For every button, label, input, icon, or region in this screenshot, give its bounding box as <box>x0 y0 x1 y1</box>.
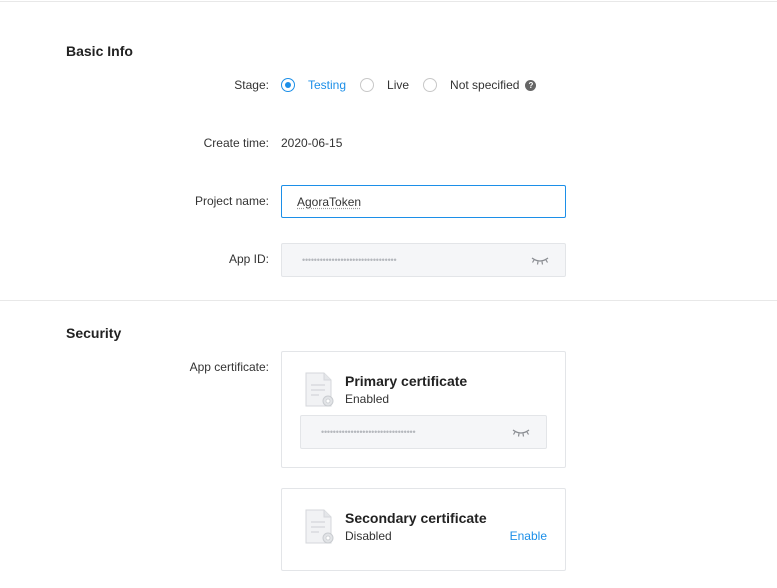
primary-certificate-title: Primary certificate <box>345 373 468 389</box>
secondary-certificate-title: Secondary certificate <box>345 510 487 526</box>
primary-certificate-masked-value: •••••••••••••••••••••••••••••••• <box>321 427 416 437</box>
security-title: Security <box>66 325 122 341</box>
eye-closed-icon[interactable] <box>531 256 549 266</box>
project-name-value: AgoraToken <box>297 194 362 209</box>
radio-testing[interactable] <box>281 78 295 92</box>
section-divider <box>0 300 777 301</box>
stage-option-not-specified[interactable]: Not specified <box>423 78 519 92</box>
basic-info-title: Basic Info <box>66 43 133 59</box>
create-time-label: Create time: <box>203 136 269 150</box>
top-divider <box>0 1 777 2</box>
stage-option-label: Testing <box>308 78 347 92</box>
enable-secondary-certificate-link[interactable]: Enable <box>510 529 547 543</box>
certificate-doc-icon <box>305 372 334 407</box>
stage-radio-group: Testing Live Not specified ? <box>281 77 537 93</box>
certificate-doc-icon <box>305 509 334 544</box>
stage-option-label: Live <box>387 78 410 92</box>
project-name-label: Project name: <box>194 194 269 208</box>
create-time-value: 2020-06-15 <box>281 136 343 150</box>
stage-option-testing[interactable]: Testing <box>281 78 346 92</box>
app-id-field[interactable]: •••••••••••••••••••••••••••••••• <box>281 243 566 277</box>
primary-certificate-status: Enabled <box>345 392 390 406</box>
primary-certificate-field[interactable]: •••••••••••••••••••••••••••••••• <box>300 415 547 449</box>
app-certificate-label: App certificate: <box>189 360 269 374</box>
project-name-input[interactable]: AgoraToken <box>281 185 566 218</box>
secondary-certificate-card: Secondary certificate Disabled Enable <box>281 488 566 571</box>
help-icon[interactable]: ? <box>525 79 537 91</box>
stage-option-live[interactable]: Live <box>360 78 409 92</box>
app-id-masked-value: •••••••••••••••••••••••••••••••• <box>302 255 397 265</box>
app-id-label: App ID: <box>228 252 269 266</box>
radio-not-specified[interactable] <box>423 78 438 92</box>
radio-live[interactable] <box>360 78 375 92</box>
stage-label: Stage: <box>234 78 269 92</box>
stage-option-label: Not specified <box>450 78 520 92</box>
secondary-certificate-status: Disabled <box>345 529 392 543</box>
eye-closed-icon[interactable] <box>512 428 530 438</box>
primary-certificate-card: Primary certificate Enabled ••••••••••••… <box>281 351 566 468</box>
